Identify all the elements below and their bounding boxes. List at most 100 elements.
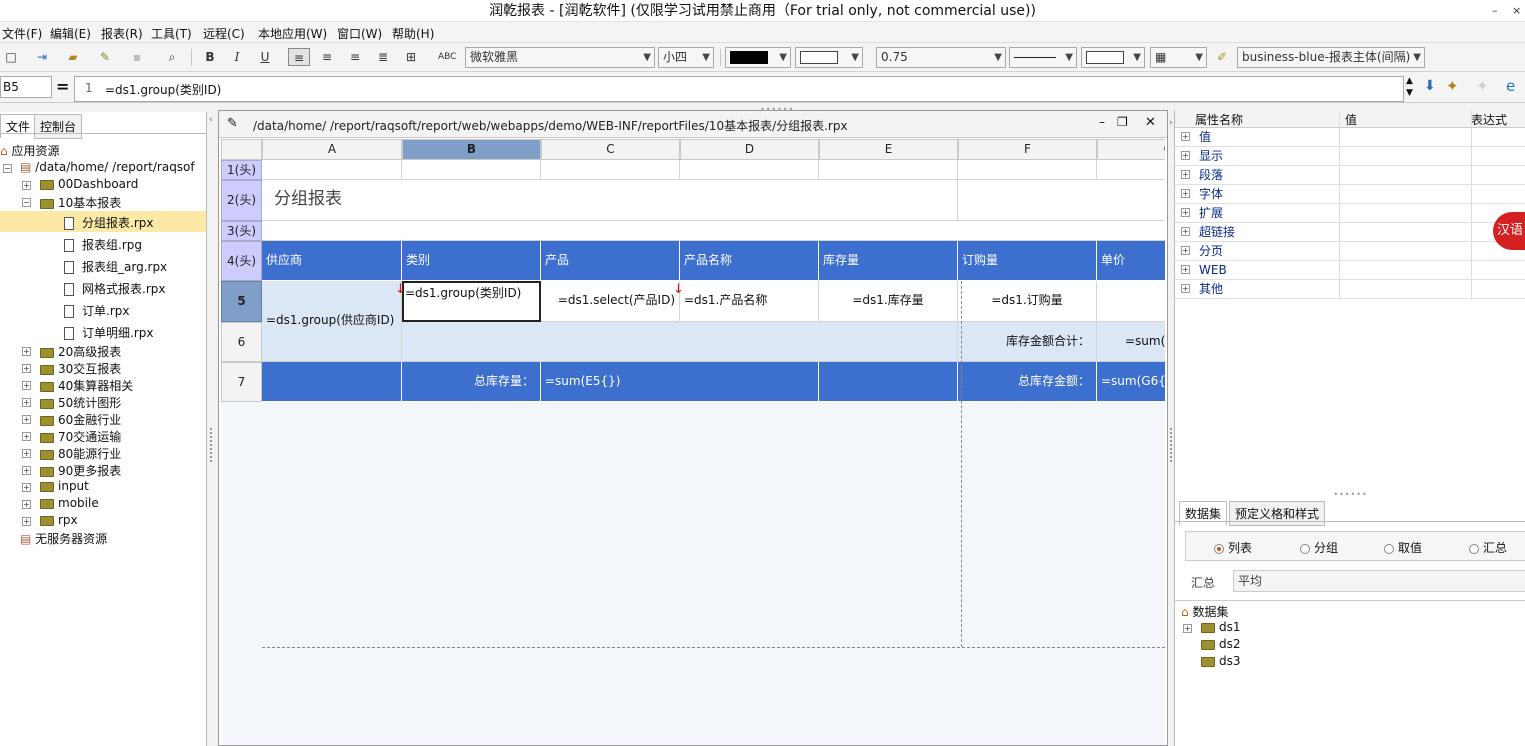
open-remote-icon[interactable]: ⇥ [33,48,51,66]
radio-value[interactable]: 取值 [1384,539,1422,556]
header-supplier[interactable]: 供应商 [262,241,402,281]
expand-icon[interactable]: + [1181,208,1190,217]
expand-icon[interactable]: + [1181,151,1190,160]
underline-icon[interactable]: U [256,48,274,66]
cell-f5[interactable]: =ds1.订购量 [958,281,1097,322]
expand-icon[interactable]: + [1181,227,1190,236]
dataset-ds3[interactable]: ds3 [1201,654,1241,668]
font-family-select[interactable]: 微软雅黑 ▼ [465,47,655,68]
align-left-icon[interactable]: ≡ [288,48,310,66]
row-header-3[interactable]: 3(头) [221,221,262,241]
cell-a1[interactable] [262,160,402,180]
folder-input[interactable]: input [40,479,89,493]
new-file-icon[interactable]: □ [2,48,20,66]
header-stock[interactable]: 库存量 [819,241,958,281]
splitter-handle[interactable] [210,428,214,462]
cell-d1[interactable] [680,160,819,180]
folder-10basic[interactable]: 10基本报表 [40,194,121,211]
folder-70[interactable]: 70交通运输 [40,428,121,445]
expand-icon[interactable]: + [22,415,31,424]
cell-d5[interactable]: =ds1.产品名称 [680,281,819,322]
row-header-2[interactable]: 2(头) [221,180,262,221]
cell-ref-field[interactable]: B5 [0,76,52,98]
cell-a5-supplier-group[interactable]: =ds1.group(供应商ID) [262,281,402,362]
wand-icon[interactable]: ✦ [1446,77,1459,95]
align-center-icon[interactable]: ≡ [318,48,336,66]
browser-icon[interactable]: e [1506,77,1515,95]
tree-root[interactable]: ⌂ 应用资源 [0,142,59,159]
row-header-6[interactable]: 6 [221,322,262,362]
row-header-7[interactable]: 7 [221,362,262,402]
cell-b1[interactable] [402,160,541,180]
prop-other[interactable]: + 其他 [1175,280,1525,299]
col-header-c[interactable]: C [541,139,680,160]
dataset-ds1[interactable]: ds1 [1201,620,1241,634]
tab-predefined-styles[interactable]: 预定义格和样式 [1229,501,1326,526]
menu-report[interactable]: 报表(R) [101,25,143,42]
style-brush-icon[interactable]: ✐ [1213,48,1231,66]
expand-icon[interactable]: + [22,466,31,475]
collapse-icon[interactable]: − [22,198,31,207]
expand-icon[interactable]: + [1181,132,1190,141]
expand-icon[interactable]: + [22,483,31,492]
cell-g1[interactable] [1097,160,1165,180]
expand-icon[interactable]: + [1181,246,1190,255]
editor-restore-button[interactable]: ❐ [1117,115,1128,129]
expand-icon[interactable]: + [22,381,31,390]
menu-remote[interactable]: 远程(C) [203,25,245,42]
cell-b5-selected[interactable]: =ds1.group(类别ID) [402,281,541,322]
tab-console[interactable]: 控制台 [34,114,83,139]
menu-window[interactable]: 窗口(W) [337,25,382,42]
folder-50[interactable]: 50统计图形 [40,394,121,411]
cell-g5[interactable] [1097,281,1165,322]
cell-c5[interactable]: =ds1.select(产品ID) [541,281,680,322]
cell-g6[interactable]: =sum(E [1097,322,1165,362]
minimize-button[interactable]: – [1492,0,1498,22]
editor-minimize-button[interactable]: – [1099,115,1105,129]
cell-row3[interactable] [262,221,1165,241]
radio-list[interactable]: 列表 [1214,539,1252,556]
radio-summary[interactable]: 汇总 [1469,539,1507,556]
font-size-select[interactable]: 小四 ▼ [658,47,714,68]
folder-60[interactable]: 60金融行业 [40,411,121,428]
prop-hyperlink[interactable]: + 超链接 [1175,223,1525,242]
prop-value[interactable]: + 值 [1175,128,1525,147]
editor-close-button[interactable]: ✕ [1145,115,1156,130]
close-button[interactable]: × [1512,0,1521,22]
indent-icon[interactable]: ⊞ [402,48,420,66]
menu-edit[interactable]: 编辑(E) [50,25,91,42]
align-right-icon[interactable]: ≡ [346,48,364,66]
folder-mobile[interactable]: mobile [40,496,99,510]
expand-icon[interactable]: + [1181,284,1190,293]
prop-paging[interactable]: + 分页 [1175,242,1525,261]
cell-f6[interactable]: 库存金额合计： [958,322,1097,362]
text-format-icon[interactable]: ABC [438,48,456,66]
expand-icon[interactable]: + [22,347,31,356]
save-icon[interactable]: ▪ [128,48,146,66]
expand-icon[interactable]: + [22,449,31,458]
header-unit-price[interactable]: 单价 [1097,241,1165,281]
expand-icon[interactable]: + [22,364,31,373]
italic-icon[interactable]: I [228,48,246,66]
prop-display[interactable]: + 显示 [1175,147,1525,166]
formula-scroll-icon[interactable]: ▲ ▼ [1406,75,1413,99]
line-style-select[interactable]: ▼ [1009,47,1077,68]
header-product[interactable]: 产品 [541,241,680,281]
justify-icon[interactable]: ≣ [374,48,392,66]
prop-web[interactable]: + WEB [1175,261,1525,280]
line-width-select[interactable]: 0.75 ▼ [876,47,1006,68]
radio-group[interactable]: 分组 [1300,539,1338,556]
col-header-g[interactable]: C [1097,139,1165,160]
expand-icon[interactable]: + [22,398,31,407]
prop-paragraph[interactable]: + 段落 [1175,166,1525,185]
folder-30[interactable]: 30交互报表 [40,360,121,377]
folder-00dashboard[interactable]: 00Dashboard [40,177,138,191]
collapse-left-icon[interactable]: ‹ [209,115,213,125]
cell-c1[interactable] [541,160,680,180]
file-grid-report[interactable]: 网格式报表.rpx [64,280,165,297]
expand-icon[interactable]: + [22,181,31,190]
preview-icon[interactable]: ⌕ [163,48,181,66]
prop-font[interactable]: + 字体 [1175,185,1525,204]
folder-80[interactable]: 80能源行业 [40,445,121,462]
cell-b6-e6[interactable] [402,322,958,362]
